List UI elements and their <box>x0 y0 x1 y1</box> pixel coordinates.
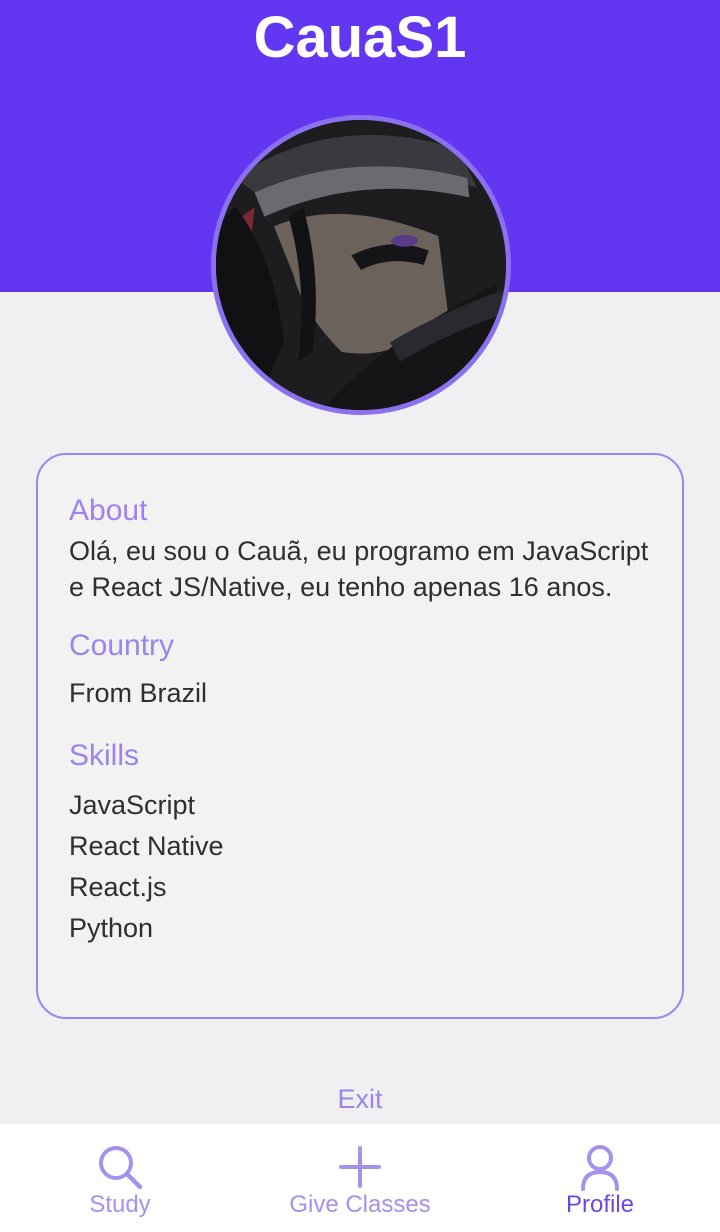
tab-give-classes[interactable]: Give Classes <box>240 1124 480 1232</box>
tab-study[interactable]: Study <box>0 1124 240 1232</box>
skill-item: React.js <box>69 872 167 902</box>
tab-profile-label: Profile <box>565 1191 635 1218</box>
tab-profile[interactable]: Profile <box>480 1124 720 1232</box>
country-title: Country <box>69 629 175 662</box>
username-title: CauaS1 <box>253 5 467 70</box>
tab-study-label: Study <box>89 1191 151 1218</box>
bottom-tab-bar: Study Give Classes Profile <box>0 1124 720 1232</box>
about-title: About <box>69 494 148 527</box>
plus-icon <box>335 1142 385 1192</box>
search-icon <box>95 1142 145 1192</box>
user-icon <box>575 1142 625 1192</box>
country-text: From Brazil <box>69 678 208 708</box>
avatar <box>211 115 511 415</box>
profile-info-card: About Olá, eu sou o Cauã, eu programo em… <box>36 453 684 1019</box>
exit-button[interactable]: Exit <box>0 1080 720 1118</box>
skills-title: Skills <box>69 739 140 772</box>
skill-item: Python <box>69 913 154 943</box>
skill-item: JavaScript <box>69 790 196 820</box>
skill-item: React Native <box>69 831 224 861</box>
tab-give-classes-label: Give Classes <box>289 1191 431 1218</box>
skills-list: JavaScript React Native React.js Python <box>69 785 652 949</box>
avatar-image <box>216 120 506 410</box>
about-text: Olá, eu sou o Cauã, eu programo em JavaS… <box>69 536 649 602</box>
profile-screen: CauaS1 About Olá, eu sou o Cauã, eu prog… <box>0 0 720 1232</box>
